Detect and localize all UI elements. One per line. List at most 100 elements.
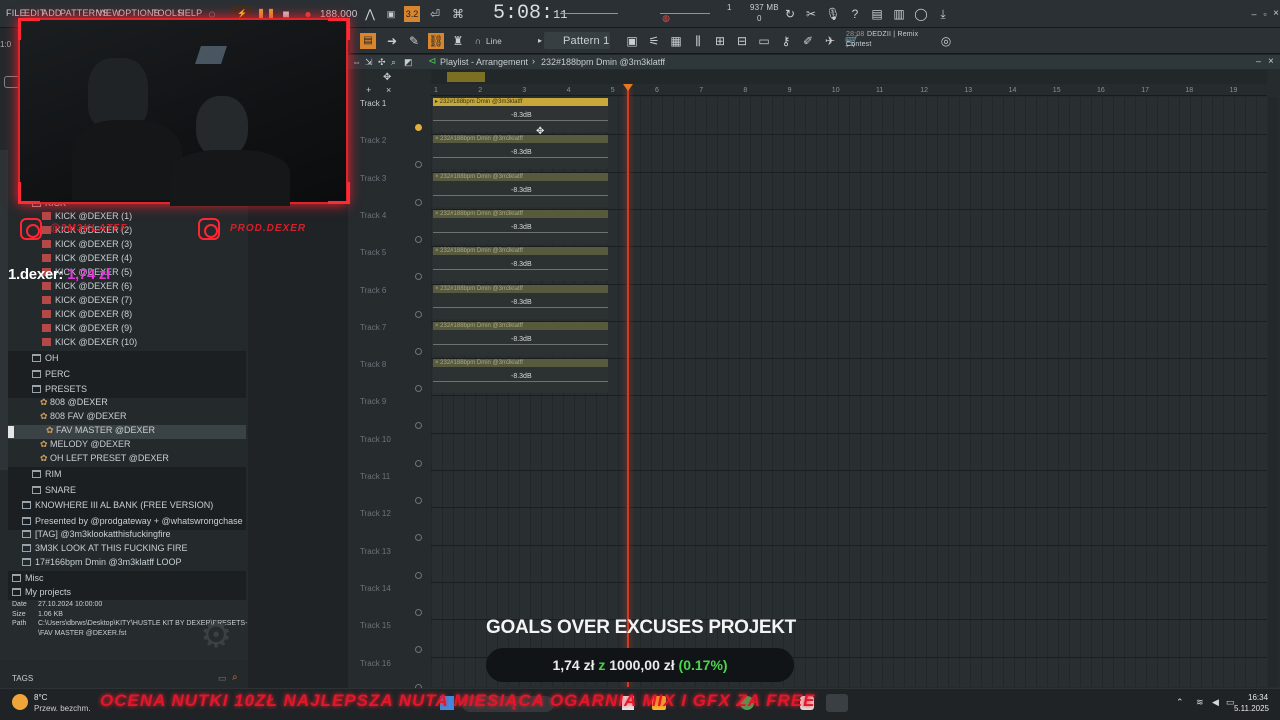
menu-add[interactable]: ADD [42,8,62,18]
mixer-view-icon[interactable]: ▦ [668,33,684,49]
file-tag[interactable]: [TAG] @3m3klookatthisfuckingfire [22,529,171,543]
track-label[interactable]: Track 3 [360,174,386,183]
metronome-icon[interactable]: ⋀ [362,6,378,22]
wifi-icon[interactable]: ≋ [1196,697,1204,708]
news-line1[interactable]: DEDZII | Remix [867,31,918,38]
track-label[interactable]: Track 12 [360,509,391,518]
track-label[interactable]: Track 1 [360,99,386,108]
move-icon[interactable]: ⇔ [352,57,361,67]
snap-icon[interactable]: ⇲ [365,57,373,68]
track-label[interactable]: Track 13 [360,547,391,556]
file-kick-3[interactable]: KICK @DEXER (3) [42,239,132,253]
cross-icon[interactable]: ✣ [378,57,386,68]
plug-icon[interactable]: ⚷ [778,33,794,49]
loop-record-icon[interactable]: ⏎ [427,6,443,22]
step-edit-button[interactable]: 3.2 [404,6,420,22]
track-label[interactable]: Track 16 [360,659,391,668]
clip-header[interactable]: × 232#188bpm Dmin @3m3klatff [433,172,608,181]
playhead-marker-icon[interactable] [623,84,633,91]
blend-icon[interactable]: ⌘ [450,6,466,22]
preset-melody[interactable]: ✿ MELODY @DEXER [40,439,131,453]
folder-snare[interactable]: SNARE [8,483,246,499]
file-loop[interactable]: 17#166bpm Dmin @3m3klatff LOOP [22,557,182,571]
plugin-icon[interactable]: ▭ [756,33,772,49]
audio-clip[interactable]: × 232#188bpm Dmin @3m3klatff -8.3dB [433,135,608,170]
track-mute-icon[interactable] [415,497,422,504]
mixer-icon[interactable]: ▥ [891,6,907,22]
bird-icon[interactable]: ✈ [822,33,838,49]
audio-clip[interactable]: × 232#188bpm Dmin @3m3klatff -8.3dB [433,172,608,207]
playlist-toggle-button[interactable]: ▤ [360,33,376,49]
audio-clip[interactable]: × 232#188bpm Dmin @3m3klatff -8.3dB [433,321,608,356]
undo-history-icon[interactable]: ↻ [782,6,798,22]
save-icon[interactable]: ▤ [869,6,885,22]
clip-header[interactable]: × 232#188bpm Dmin @3m3klatff [433,359,608,368]
folder-knowhere[interactable]: KNOWHERE III AL BANK (FREE VERSION) [8,498,246,514]
clip-header[interactable]: × 232#188bpm Dmin @3m3klatff [433,284,608,293]
clip-header[interactable]: × 232#188bpm Dmin @3m3klatff [433,321,608,330]
preset-808[interactable]: ✿ 808 @DEXER [40,397,108,411]
folder-oh[interactable]: OH [8,351,246,367]
cut-tool-icon[interactable]: ✂ [803,6,819,22]
slice-icon[interactable]: ◩ [404,57,413,68]
stamp-icon[interactable]: ♜ [450,33,466,49]
track-mute-icon[interactable] [415,310,422,318]
pencil-icon[interactable]: ✎ [406,33,422,49]
menu-help[interactable]: HELP [178,8,202,18]
track-label[interactable]: Track 8 [360,360,386,369]
file-kick-8[interactable]: KICK @DEXER (8) [42,309,132,323]
file-look[interactable]: 3M3K LOOK AT THIS FUCKING FIRE [22,543,188,557]
tray-arrow-icon[interactable]: ⌃ [1176,697,1184,708]
file-kick-7[interactable]: KICK @DEXER (7) [42,295,132,309]
file-kick-6[interactable]: KICK @DEXER (6) [42,281,132,295]
brush-icon[interactable]: ✐ [800,33,816,49]
close-icon[interactable]: × [1268,6,1280,22]
channel-rack-icon[interactable]: ⚟ [646,33,662,49]
horizontal-zoom-icon[interactable]: ✥ [383,72,391,83]
audio-clip[interactable]: × 232#188bpm Dmin @3m3klatff -8.3dB [433,247,608,282]
globe-icon[interactable]: ◎ [938,33,954,49]
track-label[interactable]: Track 14 [360,584,391,593]
piano-roll-icon[interactable]: ▣ [624,33,640,49]
clock-time[interactable]: 16:34 [1248,693,1268,702]
track-mute-icon[interactable] [415,571,422,579]
preset-808-fav[interactable]: ✿ 808 FAV @DEXER [40,411,127,425]
clock-date[interactable]: 5.11.2025 [1234,704,1269,713]
playlist-min-icon[interactable]: – [1256,56,1261,66]
clip-header[interactable]: × 232#188bpm Dmin @3m3klatff [433,209,608,218]
link-icon[interactable]: ⛓ [428,33,444,49]
weather-temp[interactable]: 8°C [34,693,47,702]
clip-header[interactable]: × 232#188bpm Dmin @3m3klatff [433,247,608,256]
file-kick-9[interactable]: KICK @DEXER (9) [42,323,132,337]
track-label[interactable]: Track 2 [360,136,386,145]
tag-folder-icon[interactable]: ▭ [218,673,227,684]
time-display[interactable]: 5:08:11 [493,2,567,25]
audio-clip[interactable]: ▸ 232#188bpm Dmin @3m3klatff -8.3dB [433,98,608,132]
zoom-icon[interactable]: ⌕ [391,57,396,68]
track-label[interactable]: Track 5 [360,248,386,257]
track-label[interactable]: Track 4 [360,211,386,220]
chat-icon[interactable]: ◯ [913,6,929,22]
add-track-icon[interactable]: + [366,85,371,95]
playlist-play-icon[interactable]: ⊲ [428,56,436,67]
obs-taskbar-icon[interactable] [826,694,848,712]
folder-my-projects[interactable]: My projects [8,586,246,600]
master-volume-slider[interactable] [560,13,618,14]
track-label[interactable]: Track 9 [360,397,386,406]
track-mute-icon[interactable] [415,198,422,206]
playlist-close-icon[interactable]: × [1268,56,1274,67]
routing-icon[interactable]: ⊞ [712,33,728,49]
preset-oh-left[interactable]: ✿ OH LEFT PRESET @DEXER [40,453,169,467]
folder-rim[interactable]: RIM [8,467,246,483]
browser-icon[interactable]: ⊟ [734,33,750,49]
arrow-icon[interactable]: ➜ [384,33,400,49]
folder-presets[interactable]: PRESETS [8,382,246,398]
playlist-overview[interactable] [431,70,1267,84]
weather-icon[interactable] [12,694,28,710]
faders-icon[interactable]: ⫼ [690,33,706,49]
track-label[interactable]: Track 10 [360,435,391,444]
track-label[interactable]: Track 11 [360,472,390,481]
track-mute-icon[interactable] [415,459,422,467]
track-mute-icon[interactable] [415,235,422,243]
track-mute-icon[interactable] [415,608,422,616]
